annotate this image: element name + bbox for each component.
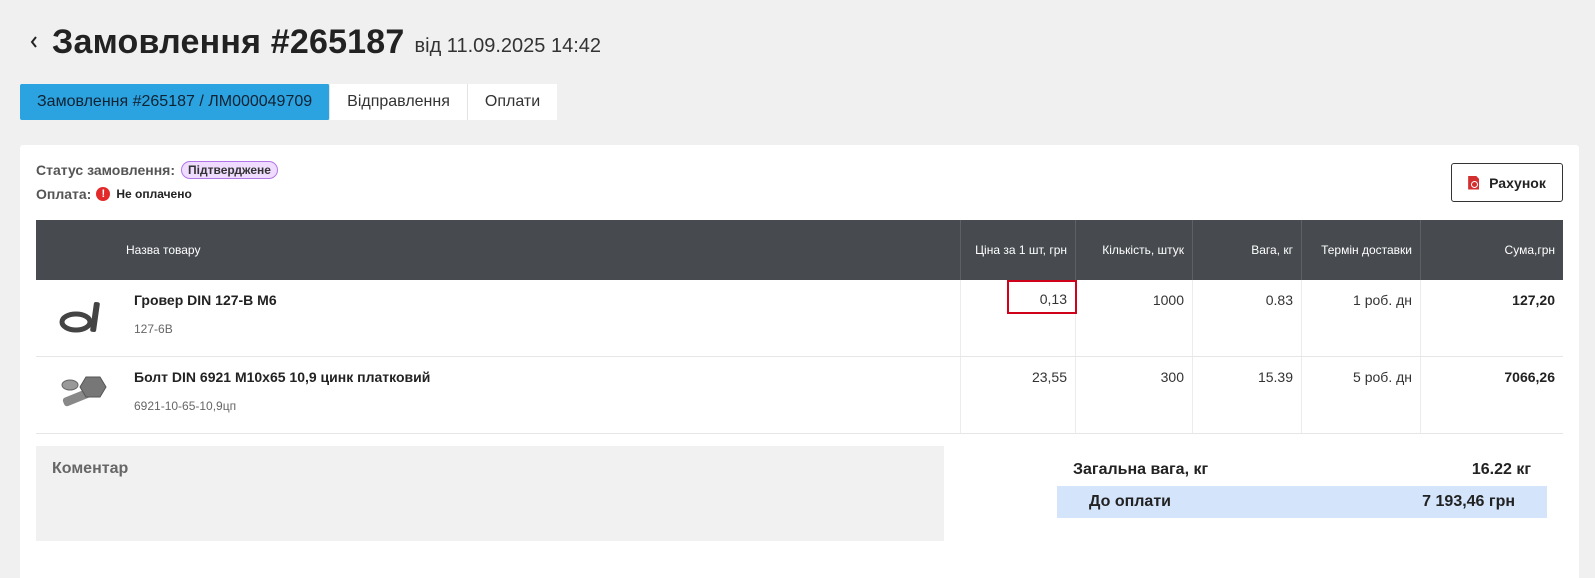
total-pay-row: До оплати 7 193,46 грн	[1057, 486, 1547, 518]
table-header: Назва товару Ціна за 1 шт, грн Кількість…	[36, 220, 1563, 280]
product-sku: 6921-10-65-10,9цп	[134, 399, 237, 413]
sum-cell: 7066,26	[1504, 369, 1555, 385]
total-weight-row: Загальна вага, кг 16.22 кг	[1057, 454, 1547, 486]
invoice-button[interactable]: Рахунок	[1451, 163, 1563, 202]
payment-status-value: Не оплачено	[116, 187, 192, 201]
pdf-icon	[1468, 175, 1480, 190]
table-row: Гровер DIN 127-B M6 127-6B 0,13 1000 0.8…	[36, 280, 1563, 357]
comment-box[interactable]: Коментар	[36, 446, 944, 541]
products-table: Назва товару Ціна за 1 шт, грн Кількість…	[36, 220, 1563, 434]
product-name[interactable]: Гровер DIN 127-B M6	[134, 292, 952, 308]
qty-cell: 1000	[1076, 280, 1193, 356]
order-totals: Загальна вага, кг 16.22 кг До оплати 7 1…	[1057, 454, 1547, 518]
price-cell: 0,13	[961, 280, 1077, 356]
header-price: Ціна за 1 шт, грн	[961, 220, 1076, 280]
term-cell: 1 роб. дн	[1302, 280, 1421, 356]
total-weight-value: 16.22 кг	[1471, 461, 1531, 478]
total-pay-label: До оплати	[1089, 493, 1171, 510]
header-image	[36, 220, 126, 280]
tab-payments[interactable]: Оплати	[467, 84, 558, 120]
spring-washer-icon	[59, 301, 100, 333]
table-row: Болт DIN 6921 M10х65 10,9 цинк платковий…	[36, 357, 1563, 434]
product-sku: 127-6B	[134, 322, 173, 336]
order-status-label: Статус замовлення:	[36, 162, 176, 178]
term-cell: 5 роб. дн	[1302, 357, 1421, 433]
sum-cell: 127,20	[1512, 292, 1555, 308]
order-tabs: Замовлення #265187 / ЛМ000049709 Відправ…	[20, 84, 558, 120]
order-status-line: Статус замовлення: Підтверджене	[36, 161, 278, 179]
header-weight: Вага, кг	[1193, 220, 1302, 280]
payment-status-label: Оплата:	[36, 186, 92, 202]
product-image-cell	[36, 280, 126, 356]
status-badge: Підтверджене	[181, 161, 278, 179]
product-name[interactable]: Болт DIN 6921 M10х65 10,9 цинк платковий	[134, 369, 952, 385]
payment-status-line: Оплата: ! Не оплачено	[36, 186, 192, 202]
price-cell: 23,55	[961, 357, 1076, 433]
comment-label: Коментар	[52, 460, 129, 477]
invoice-button-label: Рахунок	[1489, 174, 1546, 191]
page-title: Замовлення #265187	[52, 22, 405, 61]
product-image-cell	[36, 357, 126, 433]
tab-shipments[interactable]: Відправлення	[330, 84, 468, 120]
weight-cell: 15.39	[1193, 357, 1302, 433]
order-date: від 11.09.2025 14:42	[414, 34, 602, 57]
total-pay-value: 7 193,46 грн	[1422, 493, 1515, 510]
bolt-icon	[61, 376, 107, 407]
qty-cell: 300	[1076, 357, 1193, 433]
order-card: Статус замовлення: Підтверджене Оплата: …	[20, 145, 1579, 578]
product-name-cell: Болт DIN 6921 M10х65 10,9 цинк платковий…	[126, 357, 961, 433]
total-weight-label: Загальна вага, кг	[1073, 461, 1209, 478]
alert-icon: !	[96, 187, 111, 201]
weight-cell: 0.83	[1193, 280, 1302, 356]
header-name: Назва товару	[126, 220, 961, 280]
back-chevron-icon[interactable]	[24, 32, 44, 52]
header-sum: Сума,грн	[1504, 243, 1555, 257]
tab-order[interactable]: Замовлення #265187 / ЛМ000049709	[20, 84, 331, 120]
header-term: Термін доставки	[1302, 220, 1421, 280]
page-header: Замовлення #265187 від 11.09.2025 14:42	[24, 20, 601, 64]
header-qty: Кількість, штук	[1076, 220, 1193, 280]
product-name-cell: Гровер DIN 127-B M6 127-6B	[126, 280, 961, 356]
price-value: 0,13	[1039, 291, 1067, 307]
